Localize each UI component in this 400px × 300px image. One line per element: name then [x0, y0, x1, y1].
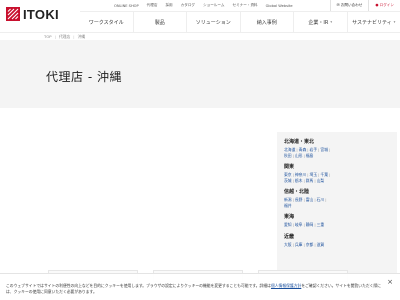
nav-label: ソリューション: [195, 19, 231, 26]
region-group: 東海 愛知|岐阜|静岡|三重: [284, 213, 391, 228]
region-link[interactable]: 福井: [284, 203, 292, 208]
region-link[interactable]: 北海道: [284, 147, 295, 152]
nav-item-corporate-ir[interactable]: 企業・IR ▾: [293, 12, 347, 32]
breadcrumb-dealers[interactable]: 代理店: [59, 34, 70, 40]
region-links: 東京|神奈川|埼玉|千葉| 茨城|栃木|群馬|山梨: [284, 172, 331, 183]
main-nav: ワークスタイル 製品 ソリューション 納入事例 企業・IR ▾ サステナビリティ ▾: [80, 11, 400, 32]
cookie-text-part: このウェブサイトではサイトの利便性の向上などを目的にクッキーを使用します。ブラウ…: [6, 283, 271, 288]
cookie-notice: × このウェブサイトではサイトの利便性の向上などを目的にクッキーを使用します。ブ…: [0, 273, 400, 300]
region-link[interactable]: 栃木: [295, 178, 303, 183]
breadcrumb: TOP | 代理店 | 沖縄: [0, 32, 400, 40]
region-link[interactable]: 山梨: [317, 178, 325, 183]
nav-label: ワークスタイル: [88, 19, 124, 26]
breadcrumb-separator-icon: |: [54, 34, 56, 39]
util-showroom[interactable]: ショールーム: [199, 3, 228, 8]
nav-item-case-studies[interactable]: 納入事例: [239, 12, 294, 32]
region-link[interactable]: 秋田: [284, 153, 292, 158]
util-dealers[interactable]: 代理店: [143, 3, 162, 8]
region-link[interactable]: 滋賀: [317, 242, 325, 247]
region-link[interactable]: 兵庫: [295, 242, 303, 247]
itoki-logo-mark-icon: [6, 7, 20, 21]
region-link[interactable]: 宮城: [320, 147, 328, 152]
region-group: 信越・北陸 新潟|長野|富山|石川| 福井: [284, 188, 391, 208]
util-online-shop[interactable]: ONLINE SHOP: [110, 4, 143, 8]
region-link[interactable]: 青森: [299, 147, 307, 152]
logo-text: ITOKI: [23, 6, 59, 22]
region-link[interactable]: 千葉: [320, 172, 328, 177]
region-link[interactable]: 群馬: [306, 178, 314, 183]
util-seminar[interactable]: セミナー・資料: [228, 3, 261, 8]
nav-item-sustainability[interactable]: サステナビリティ ▾: [346, 12, 400, 32]
region-link[interactable]: 東京: [284, 172, 292, 177]
region-title: 東海: [284, 214, 295, 220]
region-links: 北海道|青森|岩手|宮城| 秋田|山形|福島: [284, 147, 331, 158]
region-group: 近畿 大阪|兵庫|京都|滋賀: [284, 233, 391, 248]
utility-bar: ONLINE SHOP 代理店 採用 カタログ ショールーム セミナー・資料 G…: [110, 0, 400, 11]
region-link[interactable]: 新潟: [284, 197, 292, 202]
region-title: 近畿: [284, 233, 295, 240]
region-group: 北海道・東北 北海道|青森|岩手|宮城| 秋田|山形|福島: [284, 138, 391, 158]
region-links: 大阪|兵庫|京都|滋賀: [284, 241, 325, 247]
chevron-down-icon: ▾: [330, 20, 333, 24]
close-icon[interactable]: ×: [386, 278, 394, 286]
page-title: 代理店 - 沖縄: [46, 70, 122, 84]
nav-label: サステナビリティ: [352, 19, 392, 26]
mail-icon: ✉: [336, 3, 340, 7]
region-link[interactable]: 三重: [317, 222, 325, 227]
util-catalog[interactable]: カタログ: [177, 3, 199, 8]
region-link[interactable]: 愛知: [284, 222, 292, 227]
region-group: 関東 東京|神奈川|埼玉|千葉| 茨城|栃木|群馬|山梨: [284, 163, 391, 183]
nav-item-solutions[interactable]: ソリューション: [186, 12, 240, 32]
region-link[interactable]: 岐阜: [295, 222, 303, 227]
login-label: ログイン: [379, 3, 394, 7]
region-link[interactable]: 岩手: [310, 147, 318, 152]
region-link[interactable]: 神奈川: [295, 172, 306, 177]
region-link[interactable]: 埼玉: [310, 172, 318, 177]
region-link[interactable]: 京都: [306, 242, 314, 247]
contact-label: お問い合わせ: [340, 3, 363, 7]
region-title: 関東: [284, 164, 295, 170]
region-link[interactable]: 石川: [317, 197, 325, 202]
region-links: 新潟|長野|富山|石川| 福井: [284, 197, 327, 208]
region-link[interactable]: 大阪: [284, 242, 292, 247]
nav-label: 企業・IR: [308, 19, 329, 26]
region-title: 信越・北陸: [284, 189, 310, 195]
util-global-website[interactable]: Global Website: [262, 4, 297, 8]
region-links: 愛知|岐阜|静岡|三重: [284, 222, 325, 227]
region-link[interactable]: 山形: [295, 153, 303, 158]
nav-item-products[interactable]: 製品: [132, 12, 187, 32]
util-right-group: ✉ お問い合わせ ● ログイン: [329, 0, 400, 11]
region-title: 北海道・東北: [284, 139, 315, 145]
region-link[interactable]: 静岡: [306, 222, 314, 227]
region-link[interactable]: 長野: [295, 197, 303, 202]
nav-label: 納入事例: [256, 19, 277, 26]
user-icon: ●: [375, 3, 379, 7]
breadcrumb-top[interactable]: TOP: [44, 34, 52, 39]
chevron-down-icon: ▾: [393, 20, 396, 24]
contact-link[interactable]: ✉ お問い合わせ: [329, 0, 369, 11]
nav-label: 製品: [154, 19, 165, 26]
site-header: ITOKI ONLINE SHOP 代理店 採用 カタログ ショールーム セミナ…: [0, 0, 400, 32]
region-link[interactable]: 富山: [306, 197, 314, 202]
nav-item-workstyle[interactable]: ワークスタイル: [80, 12, 133, 32]
breadcrumb-current: 沖縄: [77, 33, 86, 39]
cookie-text: このウェブサイトではサイトの利便性の向上などを目的にクッキーを使用します。ブラウ…: [6, 283, 386, 294]
util-recruit[interactable]: 採用: [161, 3, 176, 8]
privacy-policy-link[interactable]: 個人情報保護方針: [271, 283, 301, 288]
login-link[interactable]: ● ログイン: [368, 0, 400, 11]
region-link[interactable]: 茨城: [284, 178, 292, 183]
region-link[interactable]: 福島: [306, 153, 314, 158]
breadcrumb-separator-icon: |: [73, 34, 75, 39]
site-logo[interactable]: ITOKI: [6, 6, 59, 22]
